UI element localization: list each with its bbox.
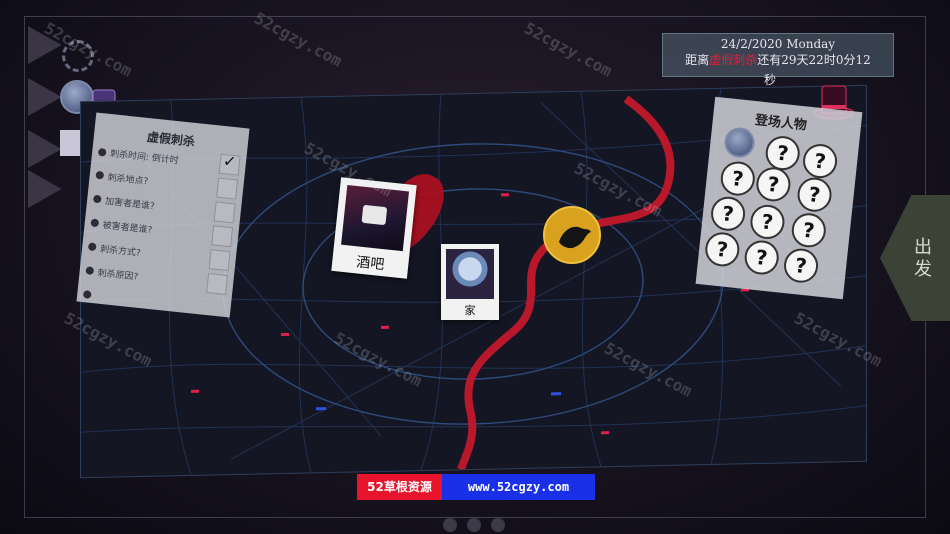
- checkbox-attacker[interactable]: [213, 201, 236, 224]
- unknown-character-icon[interactable]: ?: [795, 176, 834, 214]
- countdown-line: 距离虚假刺杀还有29天22时0分12: [685, 53, 871, 67]
- characters-panel: 登场人物 ? ? ? ? ? ? ? ? ? ? ?: [695, 96, 863, 300]
- unknown-character-icon[interactable]: ?: [709, 195, 747, 233]
- binder-hole: [82, 290, 92, 299]
- watermark-banner: 52草根资源 www.52cgzy.com: [357, 474, 595, 500]
- checklist-item-method: 刺杀方式?: [99, 244, 142, 259]
- unknown-character-icon[interactable]: ?: [754, 165, 793, 204]
- checklist-item-victim: 被害者是谁?: [102, 220, 153, 236]
- home-photo: [446, 249, 494, 299]
- home-label: 家: [464, 304, 476, 317]
- unknown-character-icon[interactable]: ?: [703, 230, 742, 269]
- page-dot[interactable]: [443, 518, 457, 532]
- checklist-item-attacker: 加害者是谁?: [104, 196, 156, 213]
- checkbox-motive[interactable]: [206, 273, 229, 296]
- page-dot[interactable]: [491, 518, 505, 532]
- checkbox-time[interactable]: ✓: [218, 151, 241, 176]
- top-hat-icon: [361, 204, 388, 226]
- banner-left: 52草根资源: [357, 474, 442, 500]
- checklist-item-time: 刺杀时间: 倒计时: [109, 149, 180, 167]
- checkbox-victim[interactable]: [211, 225, 234, 248]
- checkbox-method[interactable]: [208, 249, 231, 272]
- case-checklist: 虚假刺杀 刺杀时间: 倒计时 ✓ 刺杀地点? 加害者是谁? 被害者是谁? 刺杀方…: [76, 112, 250, 318]
- binder-hole: [87, 242, 97, 252]
- date-countdown-panel: 24/2/2020 Monday 距离虚假刺杀还有29天22时0分12 秒: [662, 33, 894, 87]
- unknown-character-icon[interactable]: ?: [764, 134, 802, 172]
- check-icon: ✓: [222, 151, 238, 172]
- binder-hole: [95, 170, 105, 180]
- binder-hole: [90, 218, 100, 228]
- game-scene: 24/2/2020 Monday 距离虚假刺杀还有29天22时0分12 秒 虚假…: [0, 0, 950, 534]
- unknown-character-icon[interactable]: ?: [782, 246, 820, 285]
- unknown-character-icon[interactable]: ?: [790, 211, 828, 249]
- unknown-character-icon[interactable]: ?: [743, 238, 781, 277]
- binder-hole: [92, 194, 102, 204]
- character-avatar[interactable]: [723, 126, 757, 160]
- page-dot[interactable]: [467, 518, 481, 532]
- bird-emblem-icon[interactable]: [543, 206, 601, 264]
- depart-label: 出发: [914, 237, 932, 280]
- unknown-character-icon[interactable]: ?: [748, 203, 787, 241]
- characters-title: 登场人物: [754, 113, 808, 134]
- checklist-item-motive: 刺杀原因?: [97, 268, 139, 283]
- case-name-highlight: 虚假刺杀: [709, 53, 758, 67]
- banner-right: www.52cgzy.com: [442, 474, 595, 500]
- unknown-character-icon[interactable]: ?: [801, 142, 839, 180]
- binder-hole: [97, 147, 107, 157]
- location-card-home[interactable]: 家: [441, 244, 499, 320]
- binder-hole: [85, 266, 95, 276]
- checkbox-location[interactable]: [216, 177, 239, 200]
- checklist-item-location: 刺杀地点?: [107, 173, 149, 188]
- unknown-character-icon[interactable]: ?: [719, 159, 757, 198]
- countdown-seconds-unit: 秒: [764, 73, 777, 87]
- date-line: 24/2/2020 Monday: [720, 37, 836, 51]
